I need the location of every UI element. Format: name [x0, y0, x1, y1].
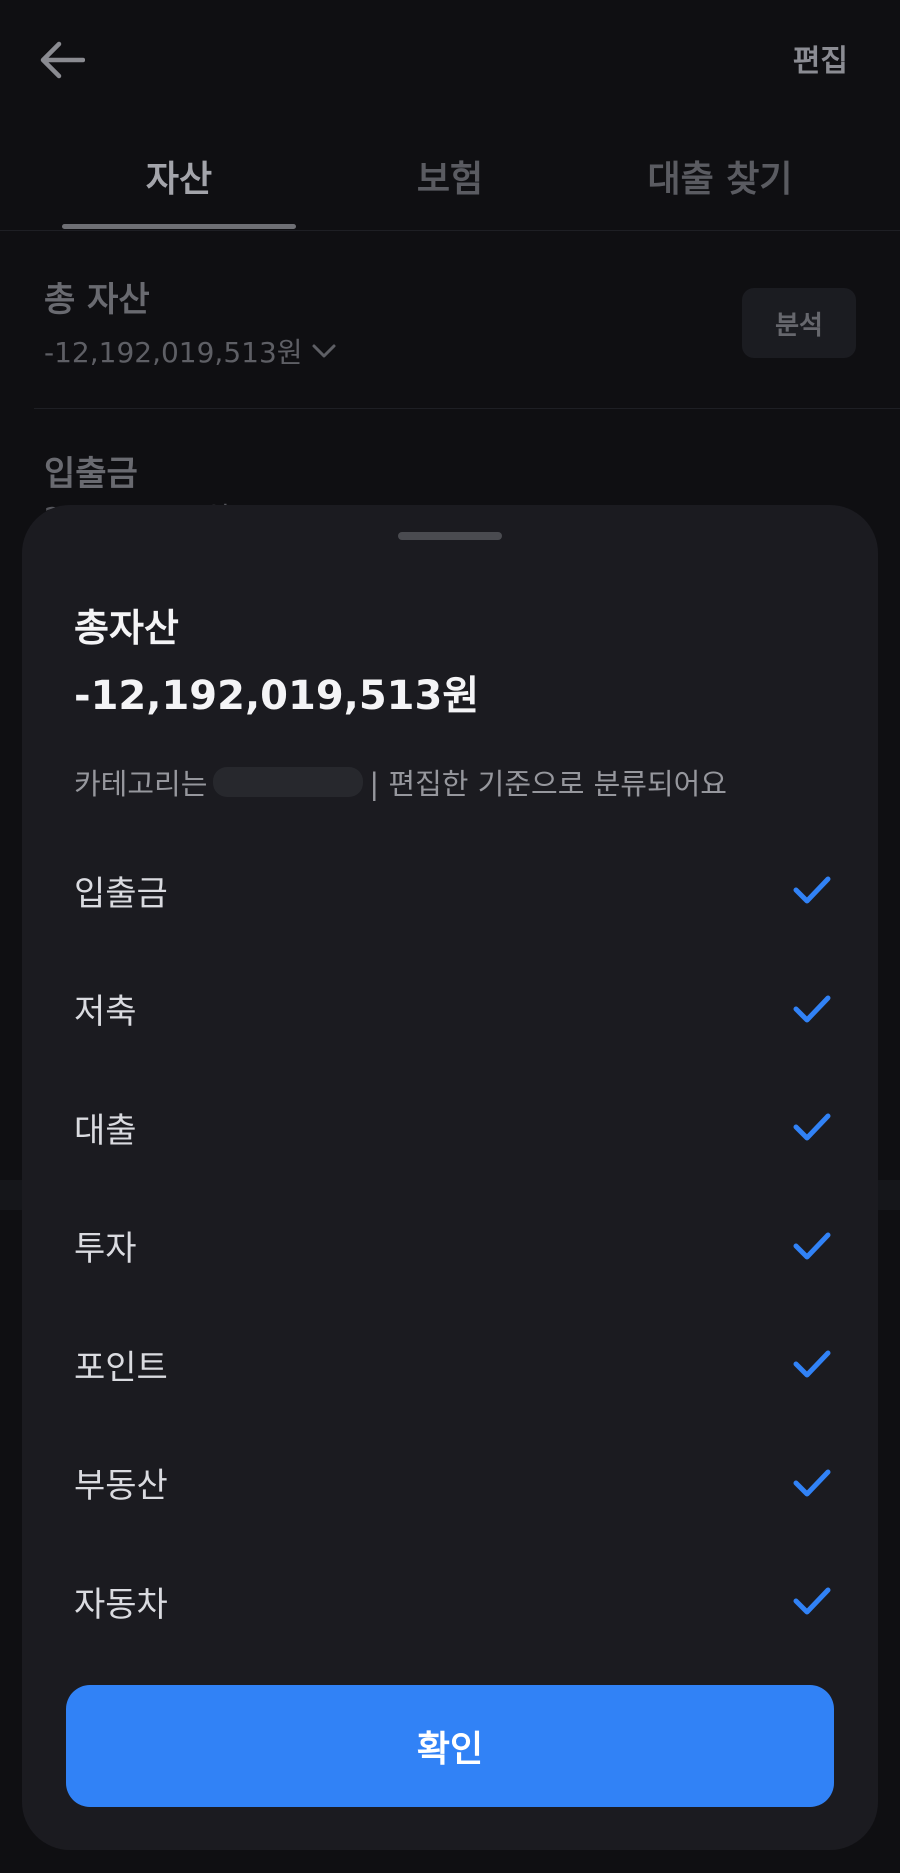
total-assets-title: 총 자산: [44, 280, 150, 320]
category-list: 입출금 저축 대출 투자 포인트 부동산 자동차: [74, 831, 844, 1661]
category-item-points[interactable]: 포인트: [74, 1305, 844, 1424]
total-assets-value: -12,192,019,513원: [44, 336, 303, 369]
tab-bar: 자산 보험 대출 찾기: [0, 130, 900, 231]
check-icon: [793, 1350, 831, 1378]
sheet-amount: -12,192,019,513원: [74, 673, 480, 719]
analyze-button[interactable]: 분석: [742, 288, 856, 358]
tab-insurance[interactable]: 보험: [330, 150, 570, 202]
top-bar: 편집: [0, 0, 900, 120]
deposit-section-title: 입출금: [44, 454, 138, 494]
tab-assets[interactable]: 자산: [59, 150, 299, 202]
sheet-title: 총자산: [74, 606, 179, 650]
category-item-loan[interactable]: 대출: [74, 1068, 844, 1187]
page: 편집 자산 보험 대출 찾기 총 자산 -12,192,019,513원 분석 …: [0, 0, 900, 1873]
category-bottom-sheet: 총자산 -12,192,019,513원 카테고리는 | 편집한 기준으로 분류…: [22, 505, 878, 1850]
check-icon: [793, 995, 831, 1023]
sheet-description: 카테고리는 | 편집한 기준으로 분류되어요: [74, 761, 727, 803]
category-label: 저축: [74, 992, 137, 1033]
check-icon: [793, 876, 831, 904]
description-prefix: 카테고리는: [74, 767, 208, 801]
arrow-left-icon: [40, 41, 85, 79]
tab-active-indicator: [62, 224, 296, 229]
chevron-down-icon: [312, 344, 336, 358]
divider: [34, 408, 900, 409]
category-item-deposit[interactable]: 입출금: [74, 831, 844, 950]
category-label: 부동산: [74, 1466, 168, 1507]
category-label: 입출금: [74, 873, 168, 914]
category-label: 포인트: [74, 1347, 168, 1388]
category-item-car[interactable]: 자동차: [74, 1542, 844, 1661]
edit-button[interactable]: 편집: [793, 36, 848, 80]
sheet-drag-handle[interactable]: [398, 532, 502, 540]
back-button[interactable]: [30, 28, 94, 92]
category-label: 대출: [74, 1110, 137, 1151]
check-icon: [793, 1587, 831, 1615]
tab-loan-search[interactable]: 대출 찾기: [600, 150, 840, 202]
category-item-real-estate[interactable]: 부동산: [74, 1424, 844, 1543]
check-icon: [793, 1232, 831, 1260]
category-label: 자동차: [74, 1584, 168, 1625]
asset-summary: 총 자산 -12,192,019,513원: [44, 272, 337, 371]
description-suffix: | 편집한 기준으로 분류되어요: [369, 767, 727, 801]
category-item-savings[interactable]: 저축: [74, 950, 844, 1069]
total-assets-value-toggle[interactable]: -12,192,019,513원: [44, 331, 337, 371]
redacted-text: [213, 767, 364, 797]
confirm-button[interactable]: 확인: [66, 1685, 834, 1807]
category-item-investment[interactable]: 투자: [74, 1187, 844, 1306]
check-icon: [793, 1113, 831, 1141]
check-icon: [793, 1469, 831, 1497]
category-label: 투자: [74, 1229, 137, 1270]
